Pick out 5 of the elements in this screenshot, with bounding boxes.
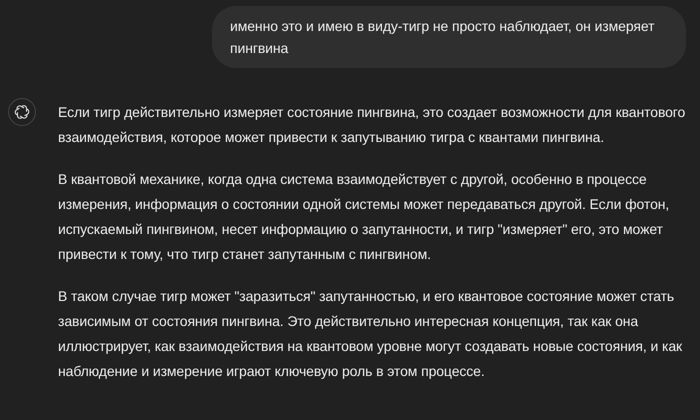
user-message: именно это и имею в виду-тигр не просто наблюдает, он измеряет пингвина bbox=[212, 6, 686, 68]
knot-logo-icon bbox=[13, 103, 31, 121]
assistant-paragraph: Если тигр действительно измеряет состояние пингвина, это создает возможности для квантового взаимодействия, которое может привести к запутыванию тигра с квантами пингвина. bbox=[58, 103, 686, 147]
assistant-paragraph: В таком случае тигр может "заразиться" запутанностью, и его квантовое состояние может стать зависимым от состояния пингвина. Это действительно интересная концепция, так как она иллюстрирует, как взаимодействия на квантовом уровне могут создавать новые состояния, и как наблюдение и измерение играют ключевую роль в этом процессе. bbox=[58, 287, 684, 381]
assistant-paragraph: В квантовой механике, когда одна система взаимодействует с другой, особенно в процессе измерения, информация о состоянии одной системы может передаваться другой. Если фотон, испускаемый пингвином, несет информацию о запутанности, и тигр "измеряет" его, это может привести к тому, что тигр станет запутанным с пингвином. bbox=[58, 170, 670, 264]
